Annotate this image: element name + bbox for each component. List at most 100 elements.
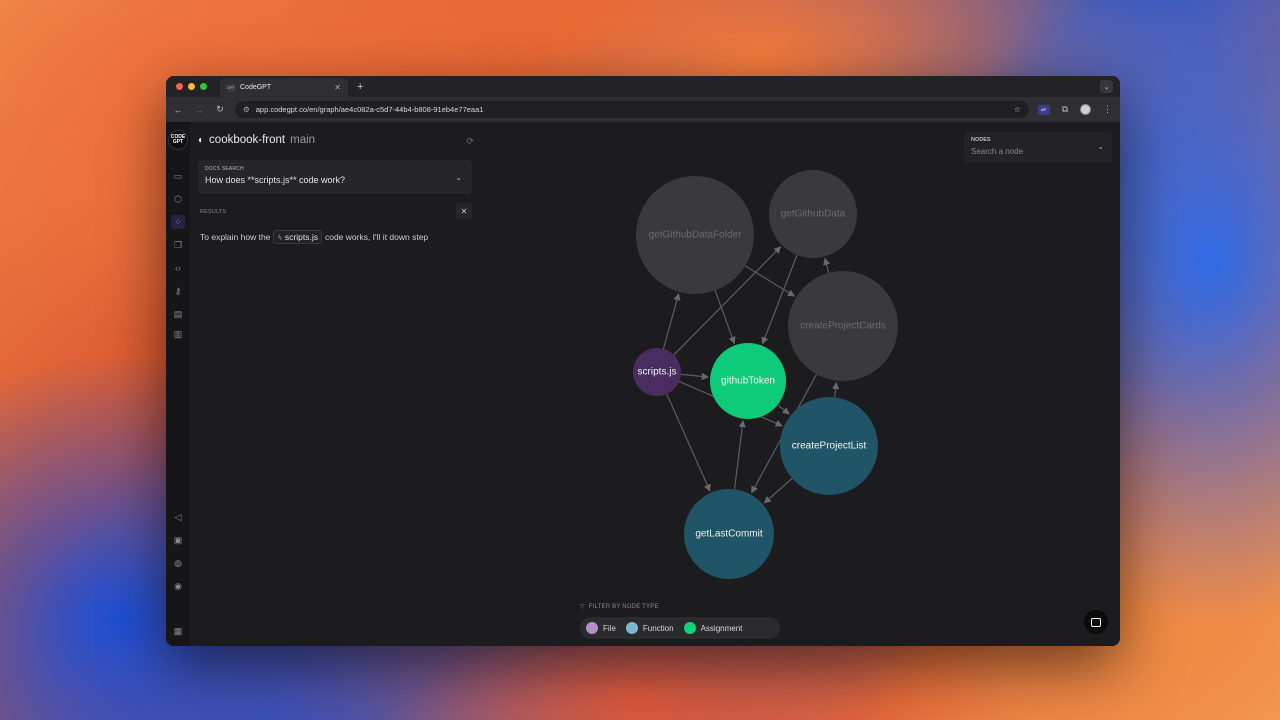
announcements-icon[interactable]: ◁: [171, 510, 185, 524]
url-text: app.codegpt.co/en/graph/ae4c082a-c5d7-44…: [255, 105, 484, 114]
organization-icon[interactable]: ▥: [171, 327, 185, 341]
chat-icon[interactable]: ▭: [171, 169, 185, 183]
extensions-puzzle-icon[interactable]: ⧉: [1062, 104, 1068, 115]
filter-assignment[interactable]: Assignment: [683, 622, 743, 634]
site-settings-icon[interactable]: ⚙: [243, 105, 250, 114]
tab-search-chevron-icon[interactable]: ⌄: [1100, 80, 1113, 93]
filter-label-text: FILTER BY NODE TYPE: [588, 603, 659, 610]
graph-node-createProjectList[interactable]: createProjectList: [780, 397, 878, 495]
profile-avatar[interactable]: [1080, 104, 1091, 115]
sidebar-rail: CODE GPT ▭ ⬡ ⁘ ❐ ‹› ⚷ ▤ ▥ ◁ ▣ ◍ ◉ ▦: [166, 122, 190, 646]
docs-search-title: DOCS SEARCH: [205, 166, 244, 172]
minimize-window-button[interactable]: [188, 83, 195, 90]
filter-file[interactable]: File: [586, 622, 616, 634]
file-code-icon: ᛃ: [277, 232, 283, 242]
address-bar[interactable]: ⚙ app.codegpt.co/en/graph/ae4c082a-c5d7-…: [235, 101, 1029, 118]
docs-book-icon[interactable]: ▦: [171, 624, 185, 638]
graph-node-getGithubData[interactable]: getGithubData: [769, 170, 857, 258]
results-label: RESULTS: [200, 209, 227, 215]
filter-function-label: Function: [642, 623, 674, 633]
graph-node-getLastCommit[interactable]: getLastCommit: [684, 489, 774, 579]
filter-function[interactable]: Function: [625, 622, 674, 634]
graph-node-label: createProjectCards: [800, 321, 886, 332]
graph-node-createProjectCards[interactable]: createProjectCards: [788, 271, 898, 381]
graph-node-getGithubDataFolder[interactable]: getGithubDataFolder: [636, 176, 754, 294]
graph-node-label: githubToken: [721, 376, 775, 387]
docs-search-box[interactable]: DOCS SEARCH How does **scripts.js** code…: [198, 160, 472, 194]
traffic-lights: [166, 83, 220, 90]
reload-icon[interactable]: ↻: [214, 104, 226, 115]
docs-search-query: How does **scripts.js** code work?: [205, 175, 346, 185]
repo-name: cookbook-front: [209, 134, 286, 146]
chevron-down-icon[interactable]: ⌄: [455, 173, 462, 182]
results-text-after: code works, I'll it down step: [324, 232, 429, 242]
browser-window: GPT CodeGPT ✕ + ⌄ ← → ↻ ⚙ app.codegpt.co…: [166, 76, 1120, 646]
extension-badge-icon[interactable]: AP: [1037, 104, 1050, 115]
results-text: To explain how the ᛃ scripts.js code wor…: [200, 230, 428, 244]
graph-node-label: scripts.js: [638, 367, 677, 378]
dependency-graph[interactable]: getGithubDataFolder getGithubData createPr…: [480, 122, 1120, 646]
graph-icon[interactable]: ⁘: [171, 215, 185, 229]
function-dot-icon: [625, 622, 638, 634]
forward-arrow-icon[interactable]: →: [193, 105, 205, 115]
code-icon[interactable]: ‹›: [171, 261, 185, 275]
graph-edge-getGithubDataFolder-githubToken: [714, 290, 736, 345]
billing-icon[interactable]: ▤: [171, 307, 185, 321]
tab-favicon-icon: GPT: [226, 83, 236, 92]
graph-node-label: getGithubDataFolder: [649, 230, 743, 241]
docs-panel: ◐ cookbook-front main ⟳ DOCS SEARCH How …: [190, 122, 480, 646]
graph-edge-scripts-getLastCommit: [666, 393, 711, 492]
browser-tab[interactable]: GPT CodeGPT ✕: [220, 78, 348, 97]
terminal-icon[interactable]: ▣: [171, 533, 185, 547]
code-chip-label: scripts.js: [284, 232, 318, 242]
nodes-title: NODES: [971, 137, 991, 143]
maximize-window-button[interactable]: [200, 83, 207, 90]
chat-support-button[interactable]: [1084, 610, 1108, 634]
github-icon: ◐: [198, 134, 205, 146]
file-dot-icon: [586, 622, 598, 634]
repo-header[interactable]: ◐ cookbook-front main: [198, 134, 315, 146]
graph-edge-createProjectList-createProjectCards: [832, 381, 840, 398]
back-arrow-icon[interactable]: ←: [172, 105, 184, 115]
close-window-button[interactable]: [176, 83, 183, 90]
graph-edge-getLastCommit-githubToken: [733, 419, 746, 490]
nodes-search-input[interactable]: Search a node: [971, 147, 1105, 156]
graph-node-scripts[interactable]: scripts.js: [633, 348, 681, 396]
filter-icon: ▽: [580, 604, 585, 610]
graph-edge-githubToken-createProjectList: [777, 404, 790, 415]
chat-bubble-icon: [1091, 617, 1101, 627]
navigation-bar: ← → ↻ ⚙ app.codegpt.co/en/graph/ae4c082a…: [166, 97, 1120, 122]
toolbar-right: AP ⧉ ⋮: [1037, 104, 1114, 115]
filter-assignment-label: Assignment: [700, 623, 743, 633]
tab-bar: GPT CodeGPT ✕ + ⌄: [166, 76, 1120, 97]
code-reference-chip[interactable]: ᛃ scripts.js: [273, 230, 322, 244]
graph-node-label: getLastCommit: [695, 529, 762, 540]
graph-canvas[interactable]: getGithubDataFolder getGithubData createPr…: [480, 122, 1120, 646]
discord-icon[interactable]: ◉: [171, 579, 185, 593]
tab-title: CodeGPT: [240, 84, 272, 91]
tab-close-icon[interactable]: ✕: [334, 83, 341, 92]
nodes-search-box[interactable]: NODES Search a node ⌄: [964, 132, 1112, 163]
results-text-before: To explain how the: [200, 232, 271, 242]
graph-node-label: createProjectList: [792, 441, 867, 452]
filter-file-label: File: [603, 623, 616, 633]
globe-icon[interactable]: ◍: [171, 556, 185, 570]
bookmark-star-icon[interactable]: ☆: [1014, 105, 1021, 114]
graph-edge-scripts-githubToken: [680, 372, 709, 381]
agents-icon[interactable]: ⬡: [171, 192, 185, 206]
codegpt-logo[interactable]: CODE GPT: [168, 130, 188, 150]
key-icon[interactable]: ⚷: [171, 284, 185, 298]
close-results-button[interactable]: ✕: [456, 203, 472, 219]
new-tab-button[interactable]: +: [348, 81, 363, 93]
assignment-dot-icon: [683, 622, 696, 634]
branch-name: main: [290, 134, 316, 146]
graph-node-githubToken[interactable]: githubToken: [710, 343, 786, 419]
graph-edge-createProjectCards-getGithubData: [823, 257, 831, 274]
refresh-icon[interactable]: ⟳: [466, 136, 474, 147]
browser-menu-icon[interactable]: ⋮: [1103, 104, 1112, 115]
app-content: CODE GPT ▭ ⬡ ⁘ ❐ ‹› ⚷ ▤ ▥ ◁ ▣ ◍ ◉ ▦ ◐ co…: [166, 122, 1120, 646]
chevron-down-icon[interactable]: ⌄: [1097, 142, 1104, 151]
graph-node-label: getGithubData: [781, 209, 846, 220]
documents-icon[interactable]: ❐: [171, 238, 185, 252]
graph-edge-scripts-getGithubDataFolder: [662, 293, 681, 350]
